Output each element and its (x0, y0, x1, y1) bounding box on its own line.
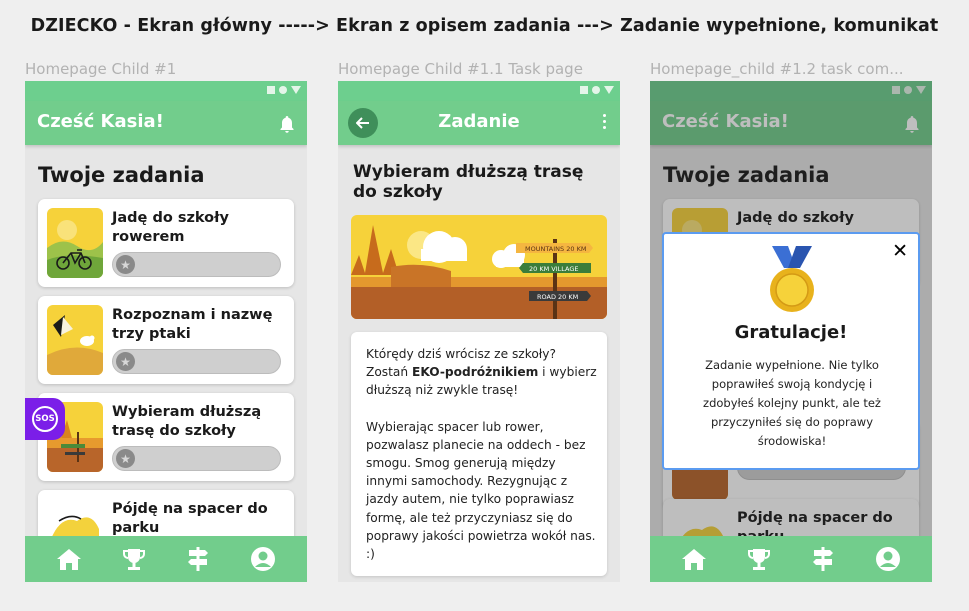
sign-village: 20 KM VILLAGE (529, 265, 579, 273)
phone-home-screen: Cześć Kasia! Twoje zadania Jadę do szkoł… (25, 81, 307, 582)
star-icon: ★ (116, 352, 135, 371)
profile-icon[interactable] (873, 544, 903, 574)
signal-icon (580, 86, 588, 94)
app-bar: Zadanie (338, 101, 620, 145)
sos-button[interactable]: SOS (25, 398, 65, 440)
task-label: Pójdę na spacer do parku (112, 501, 268, 536)
star-icon: ★ (116, 255, 135, 274)
modal-message: Zadanie wypełnione. Nie tylko poprawiłeś… (703, 358, 881, 448)
battery-icon (291, 86, 301, 94)
profile-icon[interactable] (248, 544, 278, 574)
more-options-icon[interactable] (603, 114, 606, 129)
star-icon: ★ (116, 449, 135, 468)
section-title: Twoje zadania (38, 163, 205, 187)
route-banner-illustration: MOUNTAINS 20 KM 20 KM VILLAGE ROAD 20 KM (351, 215, 607, 319)
home-icon[interactable] (54, 544, 84, 574)
signal-icon (267, 86, 275, 94)
page-headline: DZIECKO - Ekran główny -----> Ekran z op… (30, 16, 939, 36)
task-label: Wybieram dłuższą trasę do szkoły (112, 404, 262, 439)
trophy-icon[interactable] (119, 544, 149, 574)
task-description-intro: Którędy dziś wrócisz ze szkoły? Zostań E… (366, 347, 597, 398)
bike-illustration (47, 208, 103, 278)
home-icon[interactable] (679, 544, 709, 574)
congratulations-dialog: ✕ Gratulacje! Zadanie wypełnione. Nie ty… (662, 232, 920, 470)
sos-label: SOS (32, 406, 58, 432)
task-progress-bar: ★ (112, 349, 281, 374)
bell-icon[interactable] (279, 115, 295, 137)
signpost-icon[interactable] (808, 544, 838, 574)
task-description-card: Którędy dziś wrócisz ze szkoły? Zostań E… (351, 332, 607, 576)
task-label: Rozpoznam i nazwę trzy ptaki (112, 307, 273, 342)
status-bar (338, 81, 620, 101)
task-progress-bar: ★ (112, 446, 281, 471)
sign-mountains: MOUNTAINS 20 KM (525, 245, 586, 253)
task-description-body: Wybierając spacer lub rower, pozwalasz p… (366, 419, 596, 562)
task-card-bike[interactable]: Jadę do szkoły rowerem ★ (38, 199, 294, 287)
signpost-icon[interactable] (183, 544, 213, 574)
frame-label-completed: Homepage_child #1.2 task com... (650, 60, 904, 78)
page-title: Zadanie (438, 111, 520, 132)
battery-icon (604, 86, 614, 94)
phone-task-screen: Zadanie Wybieram dłuższą trasę do szkoły… (338, 81, 620, 582)
bottom-navigation (25, 536, 307, 582)
task-progress-bar: ★ (112, 252, 281, 277)
eko-highlight: EKO-podróżnikiem (412, 365, 539, 380)
frame-label-home: Homepage Child #1 (25, 60, 177, 78)
task-title: Wybieram dłuższą trasę do szkoły (353, 162, 584, 202)
modal-title: Gratulacje! (734, 322, 848, 343)
status-bar (25, 81, 307, 101)
app-bar: Cześć Kasia! (25, 101, 307, 145)
wifi-icon (279, 86, 287, 94)
close-icon[interactable]: ✕ (892, 240, 908, 262)
task-card-route[interactable]: Wybieram dłuższą trasę do szkoły ★ (38, 393, 294, 481)
phone-completed-screen: Cześć Kasia! Twoje zadania Jadę do szkoł… (650, 81, 932, 582)
birds-illustration (47, 305, 103, 375)
wifi-icon (592, 86, 600, 94)
trophy-icon[interactable] (744, 544, 774, 574)
task-label: Jadę do szkoły rowerem (112, 210, 229, 245)
medal-icon (762, 246, 822, 324)
bottom-navigation (650, 536, 932, 582)
sign-road: ROAD 20 KM (537, 293, 578, 301)
greeting-title: Cześć Kasia! (37, 111, 164, 132)
task-card-birds[interactable]: Rozpoznam i nazwę trzy ptaki ★ (38, 296, 294, 384)
frame-label-task: Homepage Child #1.1 Task page (338, 60, 583, 78)
